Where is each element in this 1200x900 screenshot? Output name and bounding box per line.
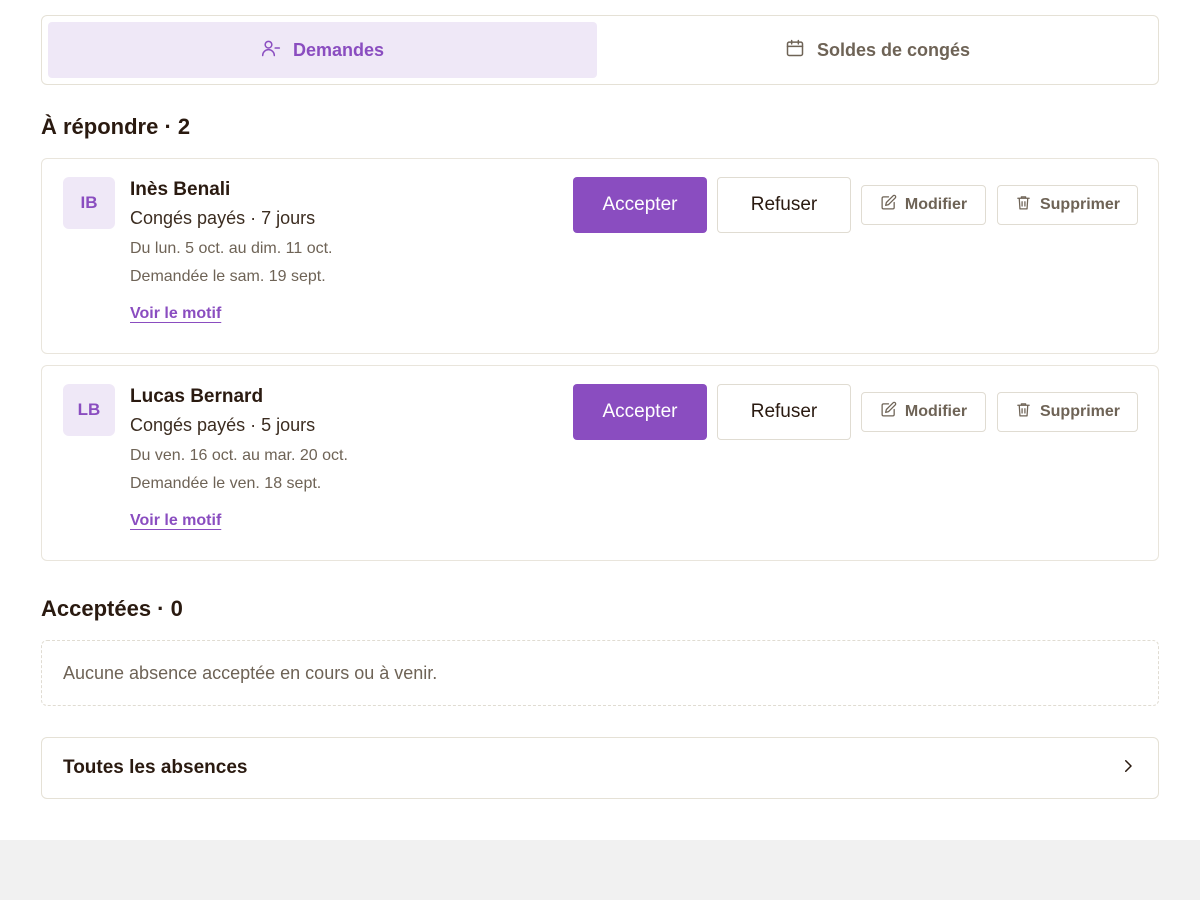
avatar: IB <box>63 177 115 229</box>
leave-type: Congés payés · 5 jours <box>130 415 316 435</box>
pending-section-title: À répondre · 2 <box>41 114 191 139</box>
tab-bar: Demandes Soldes de congés <box>41 15 1159 85</box>
all-absences-label: Toutes les absences <box>63 757 248 778</box>
leave-dates: Du lun. 5 oct. au dim. 11 oct. <box>130 240 333 257</box>
chevron-right-icon <box>1119 757 1137 780</box>
accept-button[interactable]: Accepter <box>573 384 707 440</box>
accept-button[interactable]: Accepter <box>573 177 707 233</box>
tab-demandes[interactable]: Demandes <box>48 22 597 78</box>
tab-soldes-conges[interactable]: Soldes de congés <box>603 22 1152 78</box>
delete-button[interactable]: Supprimer <box>997 185 1138 225</box>
user-minus-icon <box>261 38 281 63</box>
tab-label: Demandes <box>292 39 385 60</box>
footer-band <box>0 840 1200 900</box>
tab-label: Soldes de congés <box>816 39 971 60</box>
modify-button[interactable]: Modifier <box>861 185 986 225</box>
modify-button[interactable]: Modifier <box>861 392 986 432</box>
accepted-empty-state: Aucune absence acceptée en cours ou à ve… <box>41 640 1159 706</box>
request-date: Demandée le sam. 19 sept. <box>130 268 326 285</box>
leave-type: Congés payés · 7 jours <box>130 208 316 228</box>
request-date: Demandée le ven. 18 sept. <box>130 475 322 492</box>
employee-name: Inès Benali <box>130 179 231 200</box>
calendar-icon <box>785 38 805 63</box>
refuse-button[interactable]: Refuser <box>717 384 851 440</box>
accepted-section-title: Acceptées · 0 <box>41 596 183 621</box>
delete-button[interactable]: Supprimer <box>997 392 1138 432</box>
modify-label: Modifier <box>904 403 968 420</box>
delete-label: Supprimer <box>1039 403 1120 420</box>
page: Demandes Soldes de congés À répondre · 2… <box>0 0 1200 840</box>
delete-label: Supprimer <box>1039 196 1120 213</box>
modify-label: Modifier <box>904 196 968 213</box>
view-reason-link[interactable]: Voir le motif <box>130 305 221 323</box>
all-absences-row[interactable]: Toutes les absences <box>41 737 1159 799</box>
edit-icon <box>880 401 897 423</box>
avatar: LB <box>63 384 115 436</box>
edit-icon <box>880 194 897 216</box>
request-card: IB Inès Benali Congés payés · 7 jours Du… <box>41 158 1159 354</box>
view-reason-link[interactable]: Voir le motif <box>130 512 221 530</box>
request-card: LB Lucas Bernard Congés payés · 5 jours … <box>41 365 1159 561</box>
refuse-button[interactable]: Refuser <box>717 177 851 233</box>
leave-dates: Du ven. 16 oct. au mar. 20 oct. <box>130 447 348 464</box>
employee-name: Lucas Bernard <box>130 386 264 407</box>
trash-icon <box>1015 194 1032 216</box>
trash-icon <box>1015 401 1032 423</box>
